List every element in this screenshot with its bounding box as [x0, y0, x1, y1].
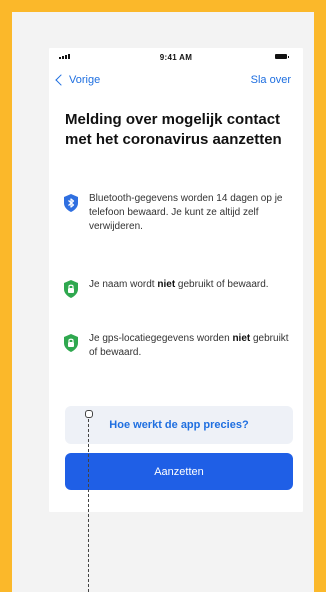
shield-lock-icon — [64, 334, 78, 352]
back-button[interactable]: Vorige — [55, 74, 101, 86]
status-time: 9:41 AM — [159, 53, 193, 62]
enable-button[interactable]: Aanzetten — [65, 453, 293, 490]
skip-button[interactable]: Sla over — [251, 74, 291, 86]
annotation-dot — [85, 410, 93, 418]
frame: 9:41 AM Vorige Sla over Melding over mog… — [0, 0, 326, 592]
info-item-name: Je naam wordt niet gebruikt of bewaard. — [63, 278, 289, 298]
shield-lock-icon — [64, 280, 78, 298]
nav-bar: Vorige Sla over — [49, 74, 303, 92]
info-text: Je gps-locatiegegevens worden niet gebru… — [89, 333, 289, 358]
back-label: Vorige — [69, 74, 101, 86]
info-text: Je naam wordt niet gebruikt of bewaard. — [89, 279, 269, 290]
page-title: Melding over mogelijk contact met het co… — [65, 111, 282, 148]
frame-border-left — [0, 0, 12, 592]
bluetooth-icon — [64, 194, 78, 212]
emphasis-text: niet — [157, 279, 176, 290]
how-it-works-button[interactable]: Hoe werkt de app precies? — [65, 406, 293, 444]
info-text: Bluetooth-gegevens worden 14 dagen op je… — [89, 193, 283, 232]
battery-icon — [275, 54, 289, 59]
info-item-bluetooth: Bluetooth-gegevens worden 14 dagen op je… — [63, 192, 289, 234]
emphasis-text: niet — [232, 333, 251, 344]
annotation-dashed-line — [88, 414, 90, 592]
info-item-gps: Je gps-locatiegegevens worden niet gebru… — [63, 332, 289, 360]
frame-border-top — [0, 0, 326, 12]
chevron-left-icon — [55, 74, 67, 86]
frame-border-right — [314, 0, 326, 592]
status-bar: 9:41 AM — [49, 48, 303, 68]
